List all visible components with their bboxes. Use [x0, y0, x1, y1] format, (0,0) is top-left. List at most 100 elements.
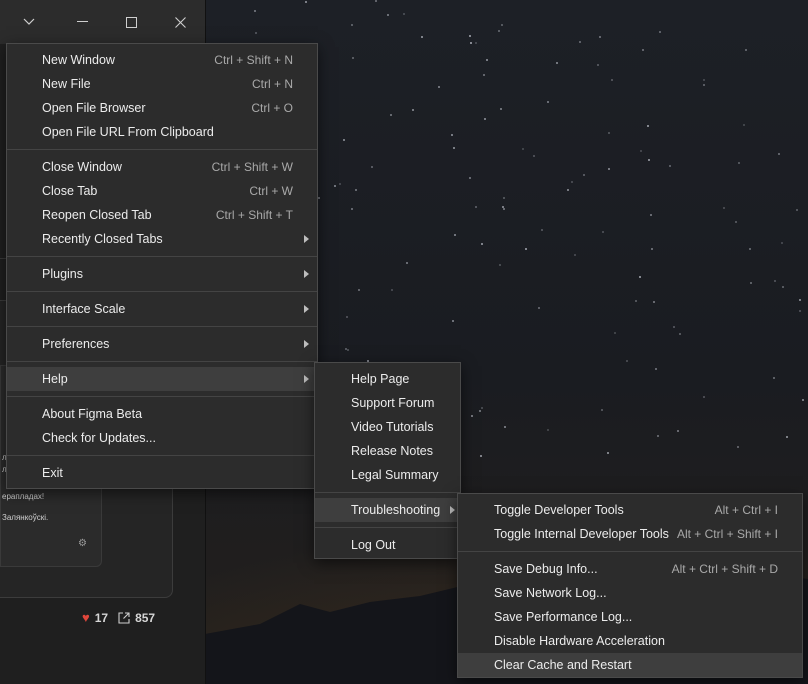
star	[613, 332, 616, 335]
star	[420, 36, 423, 39]
star	[438, 86, 441, 89]
menu-separator	[458, 551, 802, 552]
close-window-button[interactable]	[156, 0, 205, 44]
like-count[interactable]: ♥ 17	[82, 610, 108, 625]
star	[254, 32, 257, 35]
star	[305, 1, 308, 4]
star	[355, 188, 358, 191]
menu-item-preferences[interactable]: Preferences	[7, 332, 317, 356]
menu-item-label: Save Performance Log...	[494, 610, 633, 624]
star	[504, 426, 507, 428]
share-count[interactable]: 857	[118, 611, 155, 625]
menu-item-save-performance-log[interactable]: Save Performance Log...	[458, 605, 802, 629]
minimize-button[interactable]	[59, 0, 108, 44]
menu-item-recently-closed-tabs[interactable]: Recently Closed Tabs	[7, 227, 317, 251]
menu-item-troubleshooting[interactable]: Troubleshooting	[315, 498, 460, 522]
star	[648, 158, 651, 161]
star	[352, 57, 355, 60]
menu-item-label: Video Tutorials	[351, 420, 434, 434]
star	[668, 165, 671, 168]
star	[483, 118, 486, 121]
star	[737, 445, 740, 448]
close-icon	[175, 16, 186, 28]
star	[468, 177, 471, 180]
menu-item-plugins[interactable]: Plugins	[7, 262, 317, 286]
star	[635, 300, 638, 303]
menu-item-label: New File	[42, 77, 91, 91]
app-menu-button[interactable]	[0, 0, 59, 44]
star	[723, 207, 726, 210]
star	[657, 434, 660, 437]
menu-item-label: Disable Hardware Acceleration	[494, 634, 665, 648]
help-submenu: Help Page Support Forum Video Tutorials Rel…	[314, 362, 461, 559]
star	[749, 281, 752, 284]
external-link-icon	[118, 611, 130, 624]
star	[338, 183, 341, 186]
menu-item-release-notes[interactable]: Release Notes	[315, 439, 460, 463]
star	[601, 230, 604, 233]
menu-item-support-forum[interactable]: Support Forum	[315, 391, 460, 415]
star	[774, 279, 777, 282]
menu-item-clear-cache-and-restart[interactable]: Clear Cache and Restart	[458, 653, 802, 677]
menu-item-label: Reopen Closed Tab	[42, 208, 152, 222]
star	[583, 174, 586, 177]
menu-separator	[7, 149, 317, 150]
menu-item-help-page[interactable]: Help Page	[315, 367, 460, 391]
menu-item-disable-hardware-acceleration[interactable]: Disable Hardware Acceleration	[458, 629, 802, 653]
star	[625, 359, 628, 362]
star	[346, 315, 349, 318]
star	[735, 221, 738, 224]
star	[499, 263, 502, 266]
menu-item-label: Toggle Internal Developer Tools	[494, 527, 669, 541]
menu-item-toggle-developer-tools[interactable]: Toggle Developer Tools Alt + Ctrl + I	[458, 498, 802, 522]
menu-item-exit[interactable]: Exit	[7, 461, 317, 485]
star	[703, 396, 706, 399]
star	[351, 208, 354, 211]
menu-item-reopen-closed-tab[interactable]: Reopen Closed Tab Ctrl + Shift + T	[7, 203, 317, 227]
menu-item-toggle-internal-developer-tools[interactable]: Toggle Internal Developer Tools Alt + Ctr…	[458, 522, 802, 546]
star	[454, 233, 457, 236]
star	[737, 161, 740, 164]
star	[607, 451, 610, 454]
star	[677, 429, 680, 432]
star	[471, 414, 474, 417]
menu-item-close-tab[interactable]: Close Tab Ctrl + W	[7, 179, 317, 203]
star	[748, 248, 751, 251]
star	[497, 30, 500, 33]
star	[745, 49, 748, 52]
menu-item-log-out[interactable]: Log Out	[315, 533, 460, 557]
star	[641, 48, 644, 51]
menu-item-about-figma-beta[interactable]: About Figma Beta	[7, 402, 317, 426]
star	[596, 63, 599, 66]
menu-item-check-for-updates[interactable]: Check for Updates...	[7, 426, 317, 450]
star	[537, 306, 540, 309]
star	[579, 40, 582, 43]
chevron-right-icon	[304, 305, 309, 313]
menu-item-video-tutorials[interactable]: Video Tutorials	[315, 415, 460, 439]
menu-item-close-window[interactable]: Close Window Ctrl + Shift + W	[7, 155, 317, 179]
menu-item-save-debug-info[interactable]: Save Debug Info... Alt + Ctrl + Shift + D	[458, 557, 802, 581]
menu-item-open-file-browser[interactable]: Open File Browser Ctrl + O	[7, 96, 317, 120]
menu-item-shortcut: Alt + Ctrl + Shift + I	[676, 527, 778, 541]
star	[480, 454, 483, 457]
menu-item-label: About Figma Beta	[42, 407, 143, 421]
star	[478, 409, 481, 412]
menu-item-save-network-log[interactable]: Save Network Log...	[458, 581, 802, 605]
star	[541, 229, 544, 231]
star	[547, 429, 550, 432]
menu-item-new-file[interactable]: New File Ctrl + N	[7, 72, 317, 96]
menu-item-interface-scale[interactable]: Interface Scale	[7, 297, 317, 321]
menu-item-label: Troubleshooting	[351, 503, 441, 517]
maximize-button[interactable]	[107, 0, 156, 44]
menu-item-open-file-url-from-clipboard[interactable]: Open File URL From Clipboard	[7, 120, 317, 144]
menu-item-label: Release Notes	[351, 444, 433, 458]
menu-item-label: New Window	[42, 53, 115, 67]
menu-item-help[interactable]: Help	[7, 367, 317, 391]
gear-icon[interactable]: ⚙	[78, 538, 87, 549]
star	[778, 152, 781, 155]
menu-item-legal-summary[interactable]: Legal Summary	[315, 463, 460, 487]
menu-item-label: Toggle Developer Tools	[494, 503, 624, 517]
menu-item-new-window[interactable]: New Window Ctrl + Shift + N	[7, 48, 317, 72]
star	[358, 289, 361, 292]
star	[798, 298, 801, 301]
